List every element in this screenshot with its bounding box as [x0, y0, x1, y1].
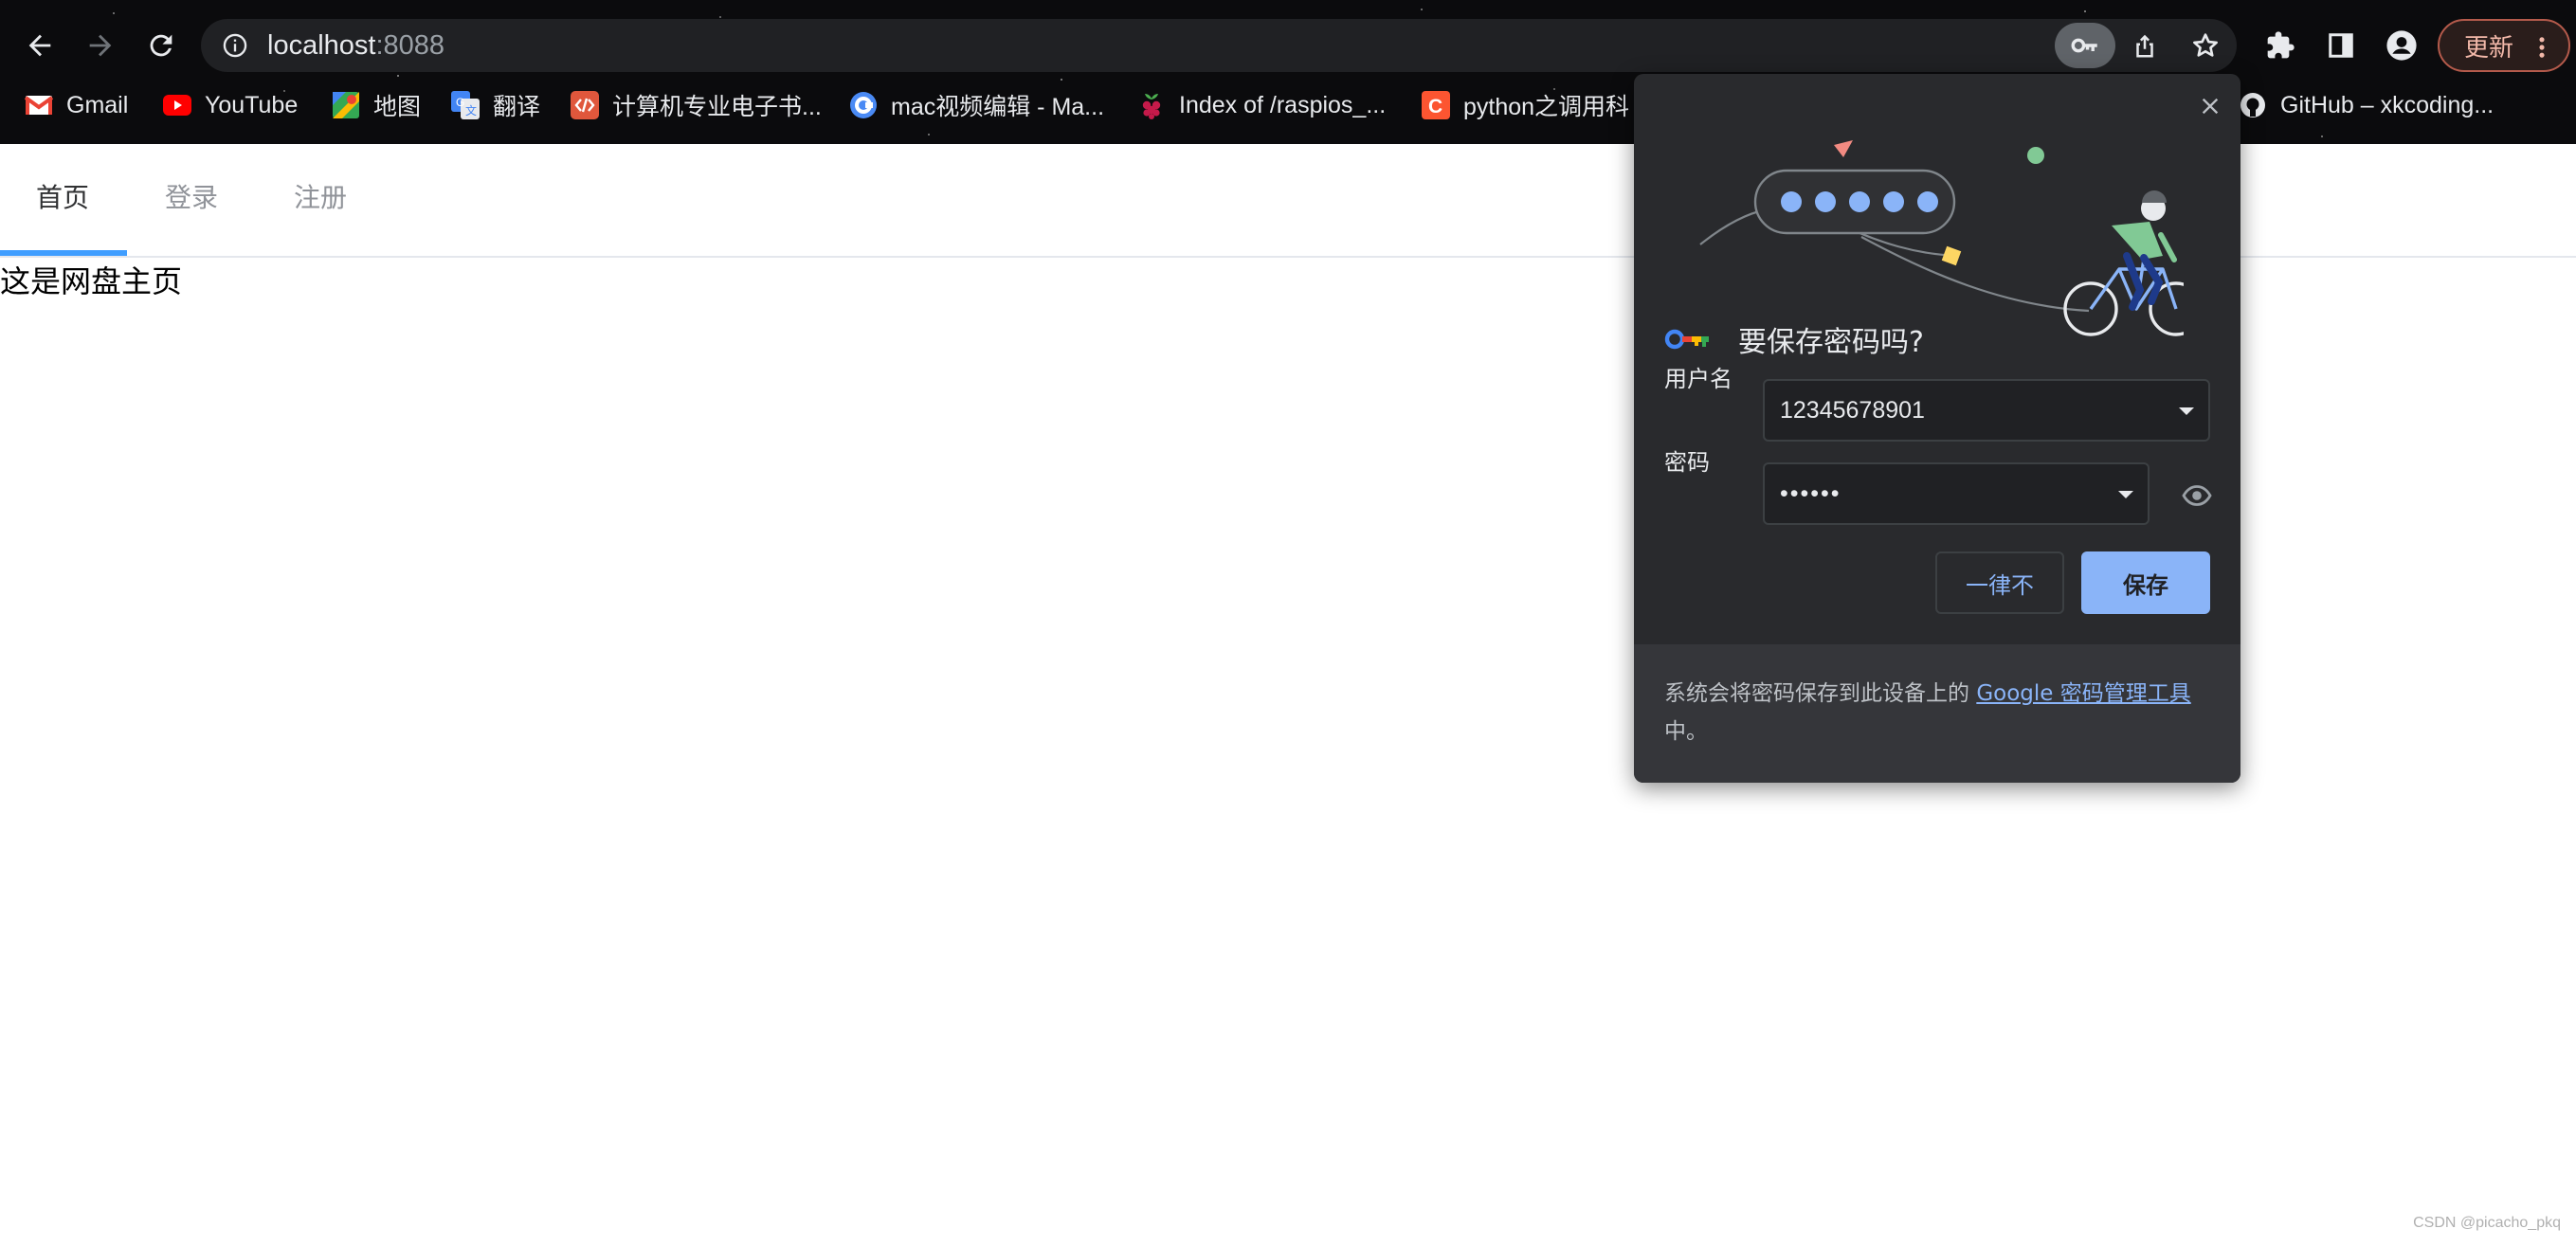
back-button[interactable] [11, 17, 68, 74]
password-key-button[interactable] [2055, 23, 2115, 68]
bookmark-translate[interactable]: G文 翻译 [451, 81, 540, 129]
url-port: :8088 [375, 30, 445, 61]
caret-down-icon [2179, 407, 2194, 415]
active-tab-indicator [0, 250, 127, 256]
code-icon [571, 91, 599, 119]
password-value: •••••• [1780, 479, 1841, 507]
show-password-button[interactable] [2178, 477, 2216, 515]
dialog-footer: 系统会将密码保存到此设备上的 Google 密码管理工具中。 [1634, 644, 2240, 783]
bookmark-python[interactable]: C python之调用科 [1422, 81, 1629, 129]
page-content-text: 这是网盘主页 [0, 263, 183, 299]
share-icon [2136, 34, 2153, 58]
key-icon [2071, 38, 2097, 53]
bookmark-youtube[interactable]: YouTube [163, 81, 298, 129]
bookmark-label: 翻译 [493, 94, 541, 120]
bookmark-label: 地图 [373, 94, 422, 120]
side-panel-icon [2329, 33, 2353, 58]
bookmark-label: Index of /raspios_... [1179, 91, 1387, 118]
username-field[interactable]: 12345678901 [1763, 379, 2210, 442]
password-manager-link[interactable]: Google 密码管理工具 [1976, 681, 2190, 706]
bookmark-label: GitHub – xkcoding... [2280, 91, 2494, 118]
csdn-icon: C [1422, 91, 1450, 119]
site-info-icon[interactable] [222, 32, 248, 63]
never-button[interactable]: 一律不 [1935, 551, 2064, 614]
svg-text:C: C [1428, 96, 1442, 117]
reload-button[interactable] [133, 17, 190, 74]
url-host: localhost [267, 30, 376, 61]
save-button[interactable]: 保存 [2081, 551, 2210, 614]
username-value: 12345678901 [1780, 396, 1925, 424]
password-label: 密码 [1664, 449, 1710, 476]
caret-down-icon [2118, 491, 2133, 498]
close-button[interactable] [2191, 87, 2229, 125]
bookmark-label: mac视频编辑 - Ma... [891, 94, 1105, 120]
bookmark-label: YouTube [205, 91, 299, 118]
save-password-dialog: 要保存密码吗? 用户名 12345678901 密码 •••••• 一律不 保存… [1634, 74, 2240, 783]
reload-icon [150, 34, 172, 57]
avatar-icon [2386, 30, 2417, 61]
arrow-left-icon [28, 34, 51, 57]
svg-text:文: 文 [465, 103, 477, 117]
profile-button[interactable] [2373, 17, 2430, 74]
bookmark-gmail[interactable]: Gmail [25, 81, 128, 129]
bookmark-star-button[interactable] [2177, 17, 2234, 74]
update-label: 更新 [2464, 32, 2514, 62]
bookmark-github[interactable]: GitHub – xkcoding... [2239, 81, 2494, 129]
update-button[interactable]: 更新 [2438, 19, 2570, 72]
share-button[interactable] [2116, 17, 2173, 74]
side-panel-button[interactable] [2313, 17, 2369, 74]
forward-button[interactable] [72, 17, 129, 74]
dialog-title: 要保存密码吗? [1738, 326, 1924, 359]
eye-icon [2182, 485, 2212, 506]
tab-login[interactable]: 登录 [165, 144, 218, 256]
tab-home[interactable]: 首页 [36, 144, 89, 256]
svg-text:G: G [456, 96, 464, 109]
circle-c-icon [849, 91, 878, 119]
gmail-icon [25, 91, 53, 119]
footer-text: 系统会将密码保存到此设备上的 [1664, 681, 1977, 706]
star-icon [2193, 33, 2218, 57]
bookmark-label: 计算机专业电子书... [612, 94, 822, 120]
raspberry-icon [1137, 91, 1166, 119]
password-manager-key-icon [1664, 329, 1709, 350]
translate-icon: G文 [451, 91, 480, 119]
bookmark-label: Gmail [66, 91, 129, 118]
extensions-button[interactable] [2252, 17, 2309, 74]
puzzle-icon [2267, 31, 2295, 59]
youtube-icon [163, 91, 191, 119]
address-bar[interactable]: localhost:8088 [201, 19, 2237, 72]
arrow-right-icon [89, 34, 112, 57]
password-field[interactable]: •••••• [1763, 462, 2150, 525]
more-vert-icon [2539, 37, 2545, 58]
footer-tail: 中。 [1664, 719, 1708, 744]
maps-icon [332, 91, 360, 119]
dialog-title-row: 要保存密码吗? [1664, 313, 1924, 366]
bookmark-ebooks[interactable]: 计算机专业电子书... [571, 81, 822, 129]
watermark: CSDN @picacho_pkq [2413, 1215, 2561, 1231]
close-icon [2202, 98, 2219, 115]
bookmark-maps[interactable]: 地图 [332, 81, 421, 129]
bookmark-raspios[interactable]: Index of /raspios_... [1137, 81, 1386, 129]
username-label: 用户名 [1664, 366, 1732, 392]
url-text[interactable]: localhost:8088 [267, 19, 444, 72]
bookmark-mac-video[interactable]: mac视频编辑 - Ma... [849, 81, 1104, 129]
tab-register[interactable]: 注册 [294, 144, 347, 256]
github-icon [2239, 91, 2267, 119]
bookmark-label: python之调用科 [1463, 94, 1630, 120]
